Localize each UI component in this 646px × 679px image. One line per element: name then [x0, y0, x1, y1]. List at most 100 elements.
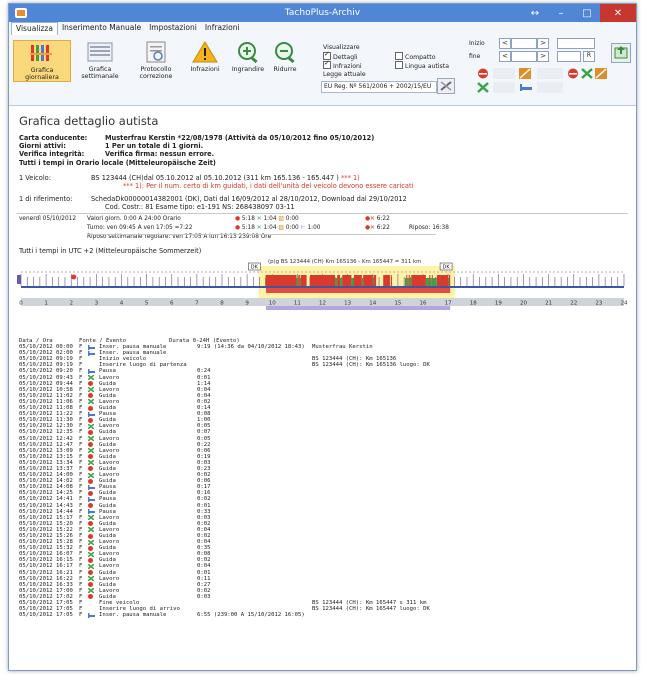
- export-button[interactable]: [611, 43, 631, 63]
- tools-icon: [440, 81, 452, 91]
- riferimento-label: 1 di riferimento:: [19, 195, 73, 203]
- maximize-button[interactable]: □: [574, 4, 600, 22]
- option-lingua-autista[interactable]: Lingua autista: [395, 61, 449, 70]
- visualizzare-group: Visualizzare Dettagli Compatto Infrazion…: [313, 44, 458, 104]
- daily-chart-button[interactable]: Grafica giornaliera: [13, 40, 71, 82]
- s2-lavoro: 1:04: [263, 225, 277, 231]
- legge-select[interactable]: EU Reg. Nº 561/2006 + 2002/15/EU: [321, 81, 437, 93]
- ribbon: Visualizza Inserimento Manuale Impostazi…: [9, 22, 636, 106]
- fine-field[interactable]: [511, 51, 537, 62]
- inizio-prev-button[interactable]: <: [499, 38, 511, 49]
- infrazioni-button[interactable]: Infrazioni: [181, 40, 229, 73]
- date-range-panel: Inizio < > fine < > R: [465, 37, 635, 104]
- fine-next-button[interactable]: >: [537, 51, 549, 62]
- filter-slot-2[interactable]: [537, 68, 563, 79]
- lingua-autista-checkbox[interactable]: [395, 61, 403, 69]
- activity-segment: [363, 275, 373, 286]
- r-button[interactable]: R: [583, 51, 595, 62]
- minimize-button[interactable]: –: [548, 4, 574, 22]
- option-infrazioni[interactable]: Infrazioni: [323, 59, 362, 70]
- tab-impostazioni[interactable]: Impostazioni: [145, 22, 201, 35]
- hour-tick-label: 18: [470, 301, 477, 307]
- divider: [17, 213, 628, 214]
- infrazioni-checkbox[interactable]: [323, 59, 331, 69]
- hammers-icon: [477, 82, 489, 93]
- weekly-chart-button[interactable]: Grafica settimanale: [72, 40, 128, 80]
- filter-slot-3[interactable]: [493, 82, 515, 93]
- summary-total-1: ●✕ 6:22: [365, 216, 390, 222]
- protocol-button[interactable]: Protocollo correzione: [128, 40, 184, 80]
- disponibilita-filter-2-button[interactable]: [595, 68, 607, 79]
- inizio-label: Inizio: [469, 40, 485, 47]
- end-marker: DK: [443, 265, 451, 271]
- hour-tick-label: 3: [95, 301, 99, 307]
- tab-inserimento-manuale[interactable]: Inserimento Manuale: [58, 22, 145, 35]
- weekly-chart-icon: [86, 40, 114, 64]
- compatto-label: Compatto: [405, 54, 436, 61]
- activity-segment: [361, 278, 364, 286]
- utc-note: Tutti i tempi in UTC +2 (Mitteleuropäisc…: [19, 247, 202, 255]
- s2-pausa: 1:00: [307, 225, 321, 231]
- hour-tick-label: 12: [319, 301, 326, 307]
- riferimento-value: SchedaDk00000014382001 (DK), Dati dal 16…: [91, 195, 407, 203]
- warning-icon: [191, 40, 219, 64]
- event-row[interactable]: 05/10/2012 17:05 F Inser. pausa manuale 6:5…: [19, 612, 619, 618]
- activity-segment: [383, 275, 390, 286]
- tempi-note: Tutti i tempi in Orario locale (Mitteleu…: [19, 159, 216, 167]
- total-icon: ●✕: [365, 216, 375, 222]
- daily-timeline-chart[interactable]: DK DK (p)g BS 123444 (CH) Km 165136 - Km 1…: [17, 258, 628, 326]
- day-label: venerdì 05/10/2012: [19, 216, 77, 222]
- inizio-extra-field[interactable]: [557, 38, 595, 49]
- conducente-value: Musterfrau Kerstin *22/08/1978 (Attività…: [105, 134, 375, 142]
- activity-segment: [298, 275, 300, 286]
- hour-tick-label: 17: [445, 301, 452, 307]
- hour-tick-label: 8: [220, 301, 224, 307]
- event-source: F: [79, 612, 83, 619]
- zoom-out-button[interactable]: Ridurre: [265, 40, 305, 73]
- activity-segment: [373, 275, 377, 286]
- lavoro-icon: ✕: [256, 225, 262, 231]
- lavoro-filter-2-button[interactable]: [477, 82, 489, 93]
- daily-chart-icon: [28, 41, 56, 65]
- hour-tick-label: 19: [495, 301, 502, 307]
- fine-extra-field[interactable]: [557, 51, 581, 62]
- slash-icon: [519, 68, 531, 79]
- tab-visualizza[interactable]: Visualizza: [11, 22, 58, 35]
- disponibilita-filter-button[interactable]: [519, 68, 531, 79]
- activity-segment: [309, 275, 336, 286]
- events-list: Data / Ora Fonte / Evento Durata 0-24H (…: [19, 338, 619, 618]
- fine-prev-button[interactable]: <: [499, 51, 511, 62]
- guida-filter-button[interactable]: [477, 68, 489, 79]
- activity-segment: [448, 275, 451, 286]
- filter-slot-4[interactable]: [537, 82, 563, 93]
- compatto-checkbox[interactable]: [395, 52, 403, 60]
- option-compatto[interactable]: Compatto: [395, 52, 436, 61]
- verifica-label: Verifica integrità:: [19, 150, 85, 158]
- zoom-in-label: Ingrandire: [231, 66, 265, 73]
- export-icon: [614, 46, 628, 59]
- inizio-next-button[interactable]: >: [537, 38, 549, 49]
- day-start-marker: [17, 275, 21, 284]
- filter-slot-1[interactable]: [493, 68, 515, 79]
- report-title: Grafica dettaglio autista: [19, 114, 159, 128]
- legge-settings-button[interactable]: [437, 78, 455, 94]
- s1-lavoro: 1:04: [263, 216, 277, 222]
- tab-infrazioni[interactable]: Infrazioni: [201, 22, 244, 35]
- inizio-field[interactable]: [511, 38, 537, 49]
- veicolo-note: *** 1): Per il num. certo di km guidati,…: [123, 182, 414, 190]
- veicolo-text: BS 123444 (CH)dal 05.10.2012 al 05.10.20…: [91, 174, 339, 182]
- activity-segment: [404, 278, 407, 286]
- summary-total-2: ●✕ 6:22: [365, 225, 390, 231]
- close-button[interactable]: ✕: [600, 4, 636, 22]
- lavoro-filter-button[interactable]: [581, 68, 593, 79]
- hour-tick-label: 4: [120, 301, 124, 307]
- hour-tick-label: 0: [19, 301, 23, 307]
- resize-arrows-button[interactable]: ↔: [522, 4, 548, 22]
- guida-filter-2-button[interactable]: [567, 68, 579, 79]
- fine-label: fine: [469, 53, 481, 60]
- pausa-filter-button[interactable]: [519, 82, 533, 93]
- hour-tick-label: 13: [344, 301, 351, 307]
- activity-segment: [351, 278, 354, 286]
- title-bar: TachoPlus-Archiv ↔ – □ ✕: [9, 4, 636, 22]
- steering-wheel-icon: [568, 68, 578, 79]
